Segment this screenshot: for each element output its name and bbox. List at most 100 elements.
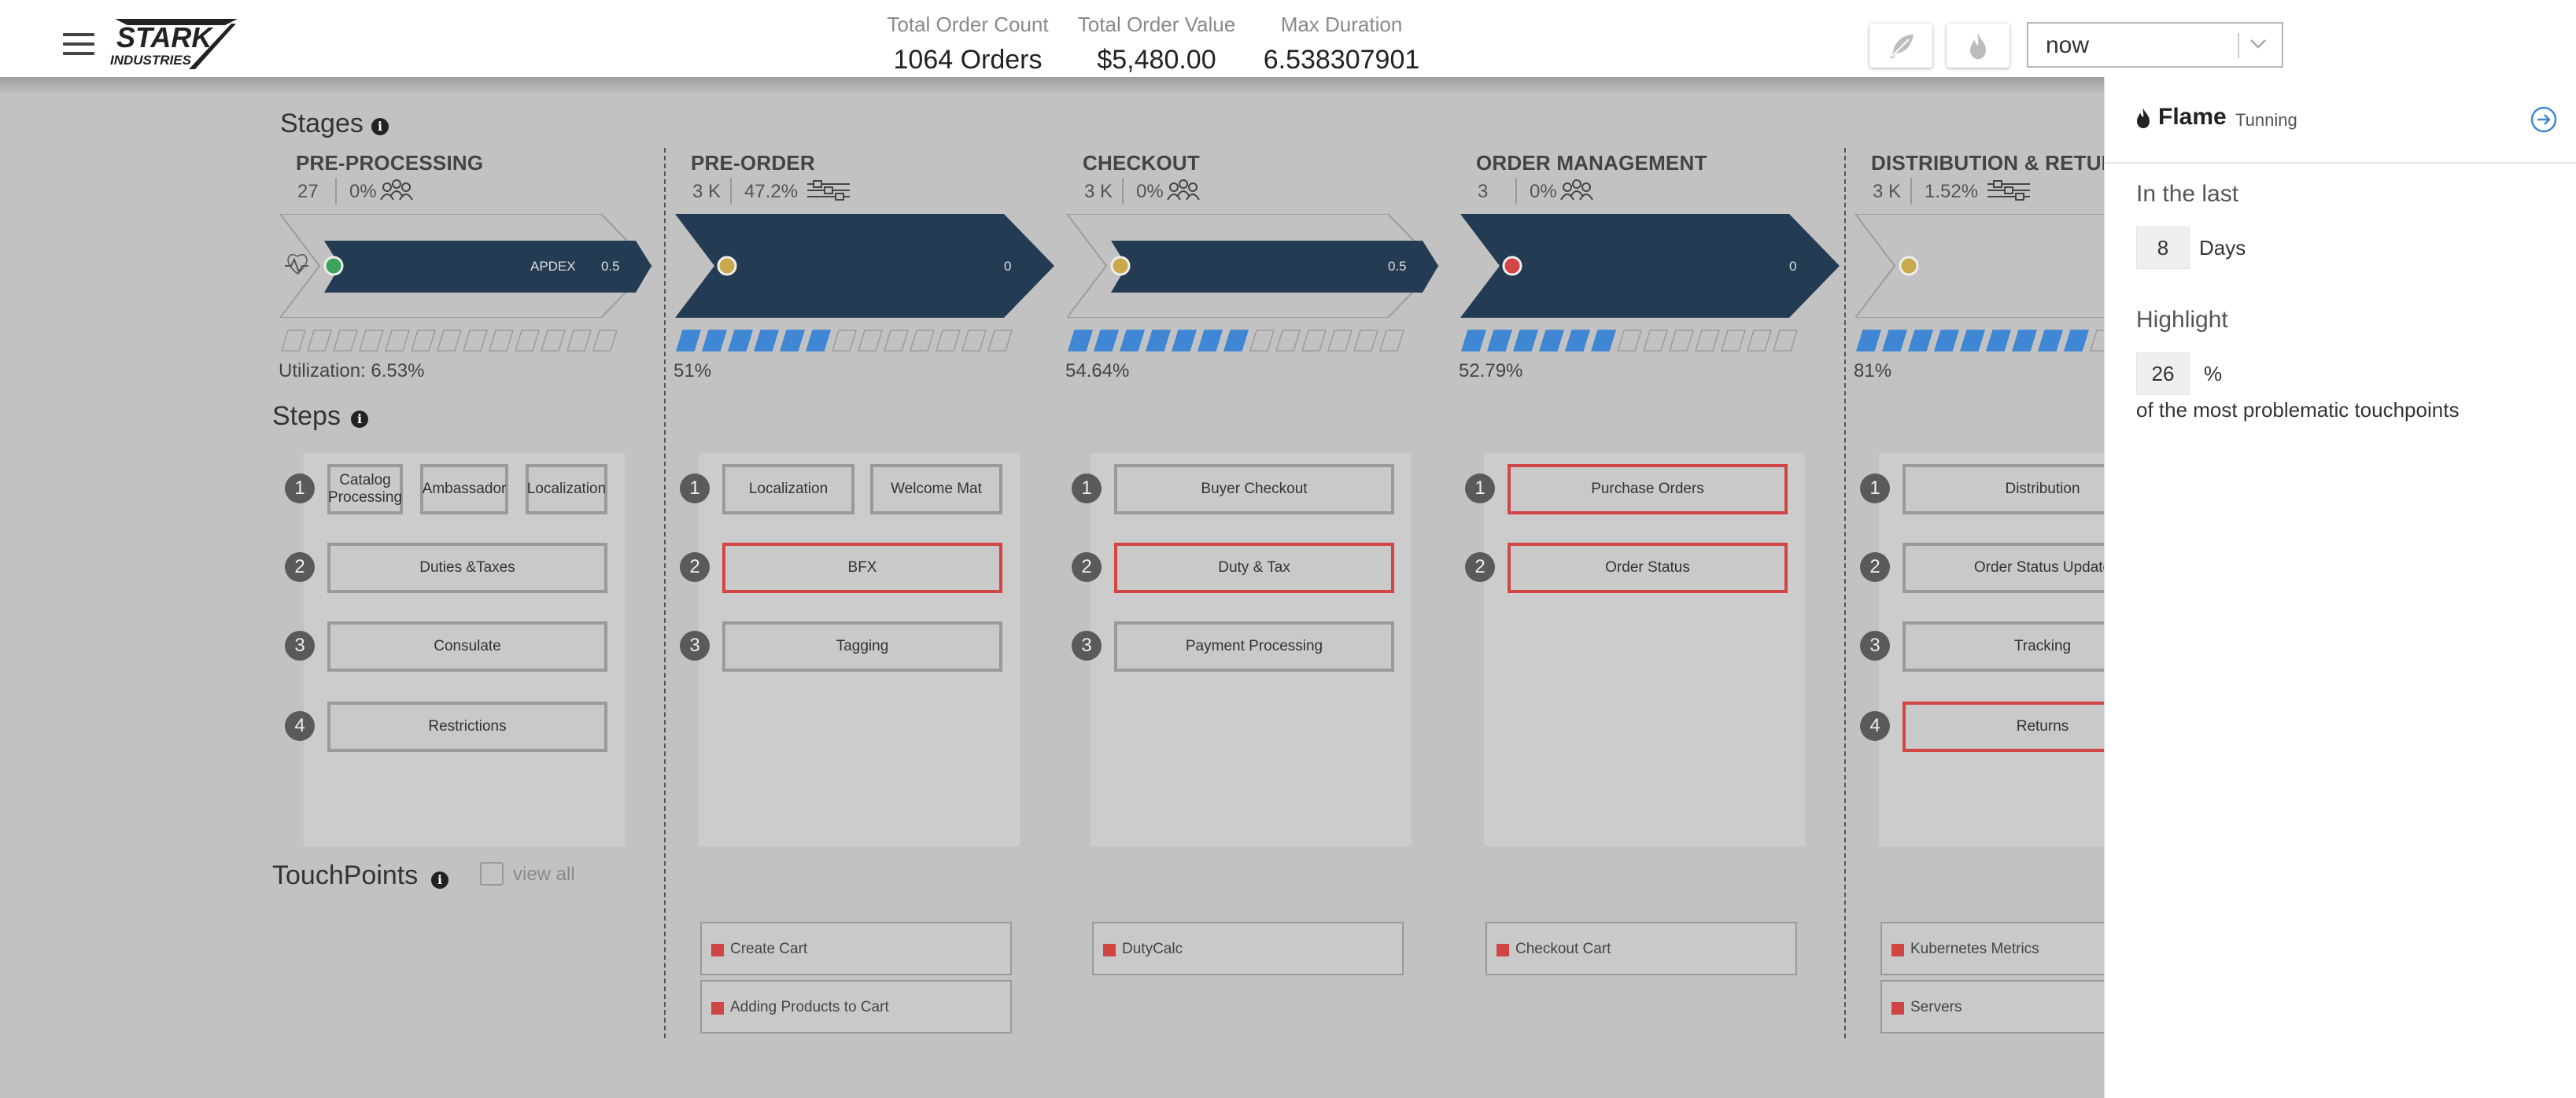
bar-segment bbox=[1616, 330, 1643, 352]
step-number: 1 bbox=[680, 473, 710, 503]
step-button[interactable]: Tracking bbox=[1902, 621, 2104, 672]
bar-segment bbox=[2037, 330, 2064, 352]
step-button[interactable]: Welcome Mat bbox=[870, 464, 1002, 514]
stage-chevron[interactable]: 0 bbox=[675, 214, 1054, 318]
bar-segment bbox=[514, 330, 541, 352]
bar-segment bbox=[1353, 330, 1379, 352]
step-button[interactable]: Order Status bbox=[1508, 543, 1788, 593]
chevron-down-icon bbox=[2250, 39, 2266, 49]
select-divider bbox=[2238, 33, 2239, 58]
status-square-icon bbox=[1103, 944, 1116, 956]
step-button[interactable]: Consulate bbox=[327, 621, 607, 672]
touchpoint-item[interactable]: Kubernetes Metrics bbox=[1880, 922, 2104, 975]
step-number: 1 bbox=[1072, 473, 1102, 503]
meta-divider bbox=[1515, 178, 1517, 204]
utilization-text: 81% bbox=[1854, 360, 1892, 381]
step-number: 2 bbox=[680, 552, 710, 582]
touchpoint-item[interactable]: Checkout Cart bbox=[1485, 922, 1797, 975]
step-button[interactable]: Duties &Taxes bbox=[327, 543, 607, 593]
stage-name[interactable]: PRE-ORDER bbox=[691, 151, 815, 175]
status-square-icon bbox=[1497, 944, 1509, 956]
stage-divider bbox=[1844, 148, 1846, 1038]
utilization-bar bbox=[280, 330, 618, 352]
step-button[interactable]: Payment Processing bbox=[1114, 621, 1394, 672]
stage-name[interactable]: CHECKOUT bbox=[1083, 151, 1200, 175]
bar-segment bbox=[1119, 330, 1146, 352]
step-button[interactable]: Distribution bbox=[1902, 464, 2104, 514]
days-input[interactable]: 8 bbox=[2136, 227, 2190, 269]
bar-segment bbox=[306, 330, 333, 352]
status-square-icon bbox=[1891, 1002, 1904, 1015]
stage-count: 3 K bbox=[692, 181, 722, 202]
bar-segment bbox=[1327, 330, 1353, 352]
touchpoint-item[interactable]: DutyCalc bbox=[1092, 922, 1404, 975]
stages-info-icon[interactable]: i bbox=[371, 118, 389, 135]
step-button[interactable]: Buyer Checkout bbox=[1114, 464, 1394, 514]
stage-name[interactable]: ORDER MANAGEMENT bbox=[1476, 151, 1707, 175]
chevron-outline bbox=[1855, 214, 2104, 318]
touchpoints-info-icon[interactable]: i bbox=[431, 871, 448, 889]
step-button[interactable]: Localization bbox=[526, 464, 607, 514]
bar-segment bbox=[675, 330, 702, 352]
apdex-value: 0.5 bbox=[601, 259, 620, 274]
utilization-bar bbox=[1460, 330, 1799, 352]
bar-segment bbox=[1486, 330, 1513, 352]
stage-chevron[interactable] bbox=[1855, 214, 2104, 318]
step-button[interactable]: Order Status Update bbox=[1902, 543, 2104, 593]
stage-chevron[interactable]: APDEX 0.5 bbox=[280, 214, 659, 318]
bar-segment bbox=[1538, 330, 1565, 352]
step-button[interactable]: Tagging bbox=[722, 621, 1002, 672]
stage-chevron[interactable]: 0.5 bbox=[1067, 214, 1446, 318]
bar-segment bbox=[805, 330, 832, 352]
meta-divider bbox=[730, 178, 732, 204]
users-icon[interactable] bbox=[1164, 178, 1212, 203]
step-button[interactable]: Duty & Tax bbox=[1114, 543, 1394, 593]
touchpoint-item[interactable]: Servers bbox=[1880, 980, 2104, 1034]
status-square-icon bbox=[711, 1002, 724, 1015]
filter-icon[interactable] bbox=[806, 178, 853, 203]
bar-segment bbox=[1145, 330, 1172, 352]
status-dot bbox=[1899, 256, 1919, 276]
step-button[interactable]: Ambassador bbox=[420, 464, 508, 514]
stage-count: 3 K bbox=[1084, 181, 1113, 202]
step-button[interactable]: Restrictions bbox=[327, 702, 607, 752]
stage-percent: 0% bbox=[349, 181, 377, 202]
apdex-value: 0.5 bbox=[1388, 259, 1407, 274]
bar-segment bbox=[1197, 330, 1223, 352]
stage-name[interactable]: DISTRIBUTION & RETURNS bbox=[1871, 151, 2104, 175]
highlight-input[interactable]: 26 bbox=[2136, 352, 2190, 395]
filter-icon[interactable] bbox=[1986, 178, 2033, 203]
view-all-checkbox[interactable] bbox=[480, 862, 504, 886]
step-button[interactable]: Returns bbox=[1902, 702, 2104, 752]
stage-percent: 1.52% bbox=[1925, 181, 1979, 202]
bar-segment bbox=[1249, 330, 1275, 352]
heart-icon bbox=[287, 254, 308, 274]
utilization-text: 54.64% bbox=[1065, 360, 1130, 381]
step-button[interactable]: Localization bbox=[722, 464, 854, 514]
view-all-label[interactable]: view all bbox=[513, 864, 575, 886]
step-number: 2 bbox=[1072, 552, 1102, 582]
bar-segment bbox=[1067, 330, 1094, 352]
panel-header: Flame Tunning bbox=[2105, 77, 2576, 164]
utilization-text: 52.79% bbox=[1459, 360, 1523, 381]
bar-segment bbox=[1694, 330, 1721, 352]
bar-segment bbox=[831, 330, 858, 352]
collapse-panel-icon[interactable] bbox=[2530, 105, 2558, 134]
touchpoint-item[interactable]: Create Cart bbox=[700, 922, 1012, 975]
steps-info-icon[interactable]: i bbox=[351, 411, 368, 428]
stage-chevron[interactable]: 0 bbox=[1460, 214, 1840, 318]
step-button[interactable]: BFX bbox=[722, 543, 1002, 593]
touchpoint-label: Adding Products to Cart bbox=[730, 999, 889, 1015]
days-unit: Days bbox=[2199, 236, 2246, 260]
apdex-label: APDEX bbox=[530, 259, 576, 274]
step-button[interactable]: Catalog Processing bbox=[327, 464, 403, 514]
bar-segment bbox=[727, 330, 754, 352]
panel-subtitle: Tunning bbox=[2235, 110, 2297, 130]
bar-segment bbox=[332, 330, 359, 352]
step-button[interactable]: Purchase Orders bbox=[1508, 464, 1788, 514]
users-icon[interactable] bbox=[1558, 178, 1605, 203]
bar-segment bbox=[592, 330, 618, 352]
stage-name[interactable]: PRE-PROCESSING bbox=[296, 151, 483, 175]
touchpoint-item[interactable]: Adding Products to Cart bbox=[700, 980, 1012, 1034]
users-icon[interactable] bbox=[378, 178, 425, 203]
